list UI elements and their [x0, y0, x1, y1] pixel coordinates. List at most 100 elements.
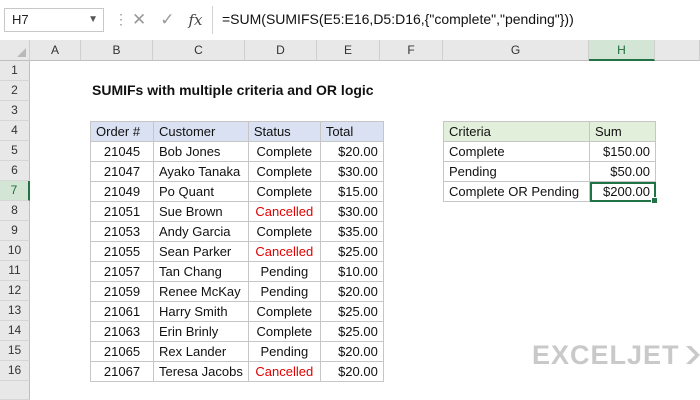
- customer-cell[interactable]: Renee McKay: [153, 281, 249, 302]
- row-header-7[interactable]: 7: [0, 181, 30, 201]
- status-cell[interactable]: Complete: [247, 221, 321, 242]
- row-header-15[interactable]: 15: [0, 341, 30, 361]
- total-cell[interactable]: $20.00: [319, 341, 384, 362]
- row-header-8[interactable]: 8: [0, 201, 30, 221]
- enter-check-icon[interactable]: ✓: [160, 10, 174, 30]
- header-total[interactable]: Total: [319, 121, 384, 142]
- sum-cell[interactable]: $150.00: [589, 141, 656, 162]
- header-status[interactable]: Status: [247, 121, 321, 142]
- order-cell[interactable]: 21047: [90, 161, 154, 182]
- insert-function-icon[interactable]: fx: [189, 11, 203, 29]
- sum-cell[interactable]: $50.00: [589, 161, 656, 182]
- status-cell[interactable]: Pending: [247, 281, 321, 302]
- table-row: 21049 Po Quant Complete $15.00: [90, 181, 384, 202]
- order-cell[interactable]: 21061: [90, 301, 154, 322]
- total-cell[interactable]: $20.00: [319, 361, 384, 382]
- row-header-11[interactable]: 11: [0, 261, 30, 281]
- order-cell[interactable]: 21053: [90, 221, 154, 242]
- customer-cell[interactable]: Erin Brinly: [153, 321, 249, 342]
- total-cell[interactable]: $30.00: [319, 201, 384, 222]
- status-cell[interactable]: Cancelled: [247, 201, 321, 222]
- row-header-3[interactable]: 3: [0, 101, 30, 121]
- total-cell[interactable]: $30.00: [319, 161, 384, 182]
- fill-handle[interactable]: [651, 197, 658, 204]
- status-cell[interactable]: Pending: [247, 261, 321, 282]
- order-cell[interactable]: 21055: [90, 241, 154, 262]
- column-header-c[interactable]: C: [153, 40, 245, 61]
- formula-divider: [212, 6, 213, 34]
- header-order[interactable]: Order #: [90, 121, 154, 142]
- status-cell[interactable]: Complete: [247, 301, 321, 322]
- cancel-icon[interactable]: ✕: [132, 10, 146, 30]
- status-cell[interactable]: Complete: [247, 141, 321, 162]
- column-header-b[interactable]: B: [81, 40, 153, 61]
- total-cell[interactable]: $25.00: [319, 301, 384, 322]
- customer-cell[interactable]: Ayako Tanaka: [153, 161, 249, 182]
- customer-cell[interactable]: Harry Smith: [153, 301, 249, 322]
- formula-input[interactable]: =SUM(SUMIFS(E5:E16,D5:D16,{"complete","p…: [222, 11, 574, 27]
- table-row: 21047 Ayako Tanaka Complete $30.00: [90, 161, 384, 182]
- row-header-12[interactable]: 12: [0, 281, 30, 301]
- order-cell[interactable]: 21065: [90, 341, 154, 362]
- active-cell-h7[interactable]: $200.00: [589, 181, 656, 202]
- total-cell[interactable]: $25.00: [319, 321, 384, 342]
- customer-cell[interactable]: Sean Parker: [153, 241, 249, 262]
- total-cell[interactable]: $20.00: [319, 281, 384, 302]
- customer-cell[interactable]: Po Quant: [153, 181, 249, 202]
- row-header-1[interactable]: 1: [0, 61, 30, 81]
- table-row: 21053 Andy Garcia Complete $35.00: [90, 221, 384, 242]
- order-cell[interactable]: 21049: [90, 181, 154, 202]
- total-cell[interactable]: $15.00: [319, 181, 384, 202]
- row-header-16[interactable]: 16: [0, 361, 30, 381]
- status-cell[interactable]: Complete: [247, 321, 321, 342]
- row-header-10[interactable]: 10: [0, 241, 30, 261]
- row-header-4[interactable]: 4: [0, 121, 30, 141]
- header-sum[interactable]: Sum: [589, 121, 656, 142]
- column-header-f[interactable]: F: [380, 40, 443, 61]
- chevron-down-icon[interactable]: ▼: [88, 9, 98, 31]
- order-cell[interactable]: 21045: [90, 141, 154, 162]
- row-header-13[interactable]: 13: [0, 301, 30, 321]
- select-all-corner[interactable]: [0, 40, 30, 61]
- status-cell[interactable]: Complete: [247, 161, 321, 182]
- row-header-5[interactable]: 5: [0, 141, 30, 161]
- order-cell[interactable]: 21067: [90, 361, 154, 382]
- row-header-14[interactable]: 14: [0, 321, 30, 341]
- header-customer[interactable]: Customer: [153, 121, 249, 142]
- status-cell[interactable]: Complete: [247, 181, 321, 202]
- order-cell[interactable]: 21051: [90, 201, 154, 222]
- column-header-i[interactable]: [655, 40, 700, 61]
- customer-cell[interactable]: Sue Brown: [153, 201, 249, 222]
- customer-cell[interactable]: Teresa Jacobs: [153, 361, 249, 382]
- column-header-g[interactable]: G: [443, 40, 589, 61]
- column-header-e[interactable]: E: [317, 40, 380, 61]
- drag-handle-icon[interactable]: ⋮: [114, 11, 128, 28]
- total-cell[interactable]: $20.00: [319, 141, 384, 162]
- status-cell[interactable]: Cancelled: [247, 241, 321, 262]
- row-header-2[interactable]: 2: [0, 81, 30, 101]
- name-box[interactable]: H7 ▼: [4, 8, 104, 32]
- total-cell[interactable]: $25.00: [319, 241, 384, 262]
- criteria-cell[interactable]: Complete: [443, 141, 590, 162]
- column-header-h[interactable]: H: [589, 40, 655, 61]
- total-cell[interactable]: $10.00: [319, 261, 384, 282]
- criteria-cell[interactable]: Pending: [443, 161, 590, 182]
- order-cell[interactable]: 21059: [90, 281, 154, 302]
- column-header-d[interactable]: D: [245, 40, 317, 61]
- header-criteria[interactable]: Criteria: [443, 121, 590, 142]
- row-header-9[interactable]: 9: [0, 221, 30, 241]
- criteria-cell[interactable]: Complete OR Pending: [443, 181, 590, 202]
- status-cell[interactable]: Cancelled: [247, 361, 321, 382]
- column-header-a[interactable]: A: [30, 40, 81, 61]
- order-cell[interactable]: 21057: [90, 261, 154, 282]
- row-header-17[interactable]: [0, 381, 30, 400]
- customer-cell[interactable]: Andy Garcia: [153, 221, 249, 242]
- status-cell[interactable]: Pending: [247, 341, 321, 362]
- customer-cell[interactable]: Tan Chang: [153, 261, 249, 282]
- order-cell[interactable]: 21063: [90, 321, 154, 342]
- customer-cell[interactable]: Rex Lander: [153, 341, 249, 362]
- sheet-title[interactable]: SUMIFs with multiple criteria and OR log…: [92, 82, 374, 98]
- customer-cell[interactable]: Bob Jones: [153, 141, 249, 162]
- row-header-6[interactable]: 6: [0, 161, 30, 181]
- total-cell[interactable]: $35.00: [319, 221, 384, 242]
